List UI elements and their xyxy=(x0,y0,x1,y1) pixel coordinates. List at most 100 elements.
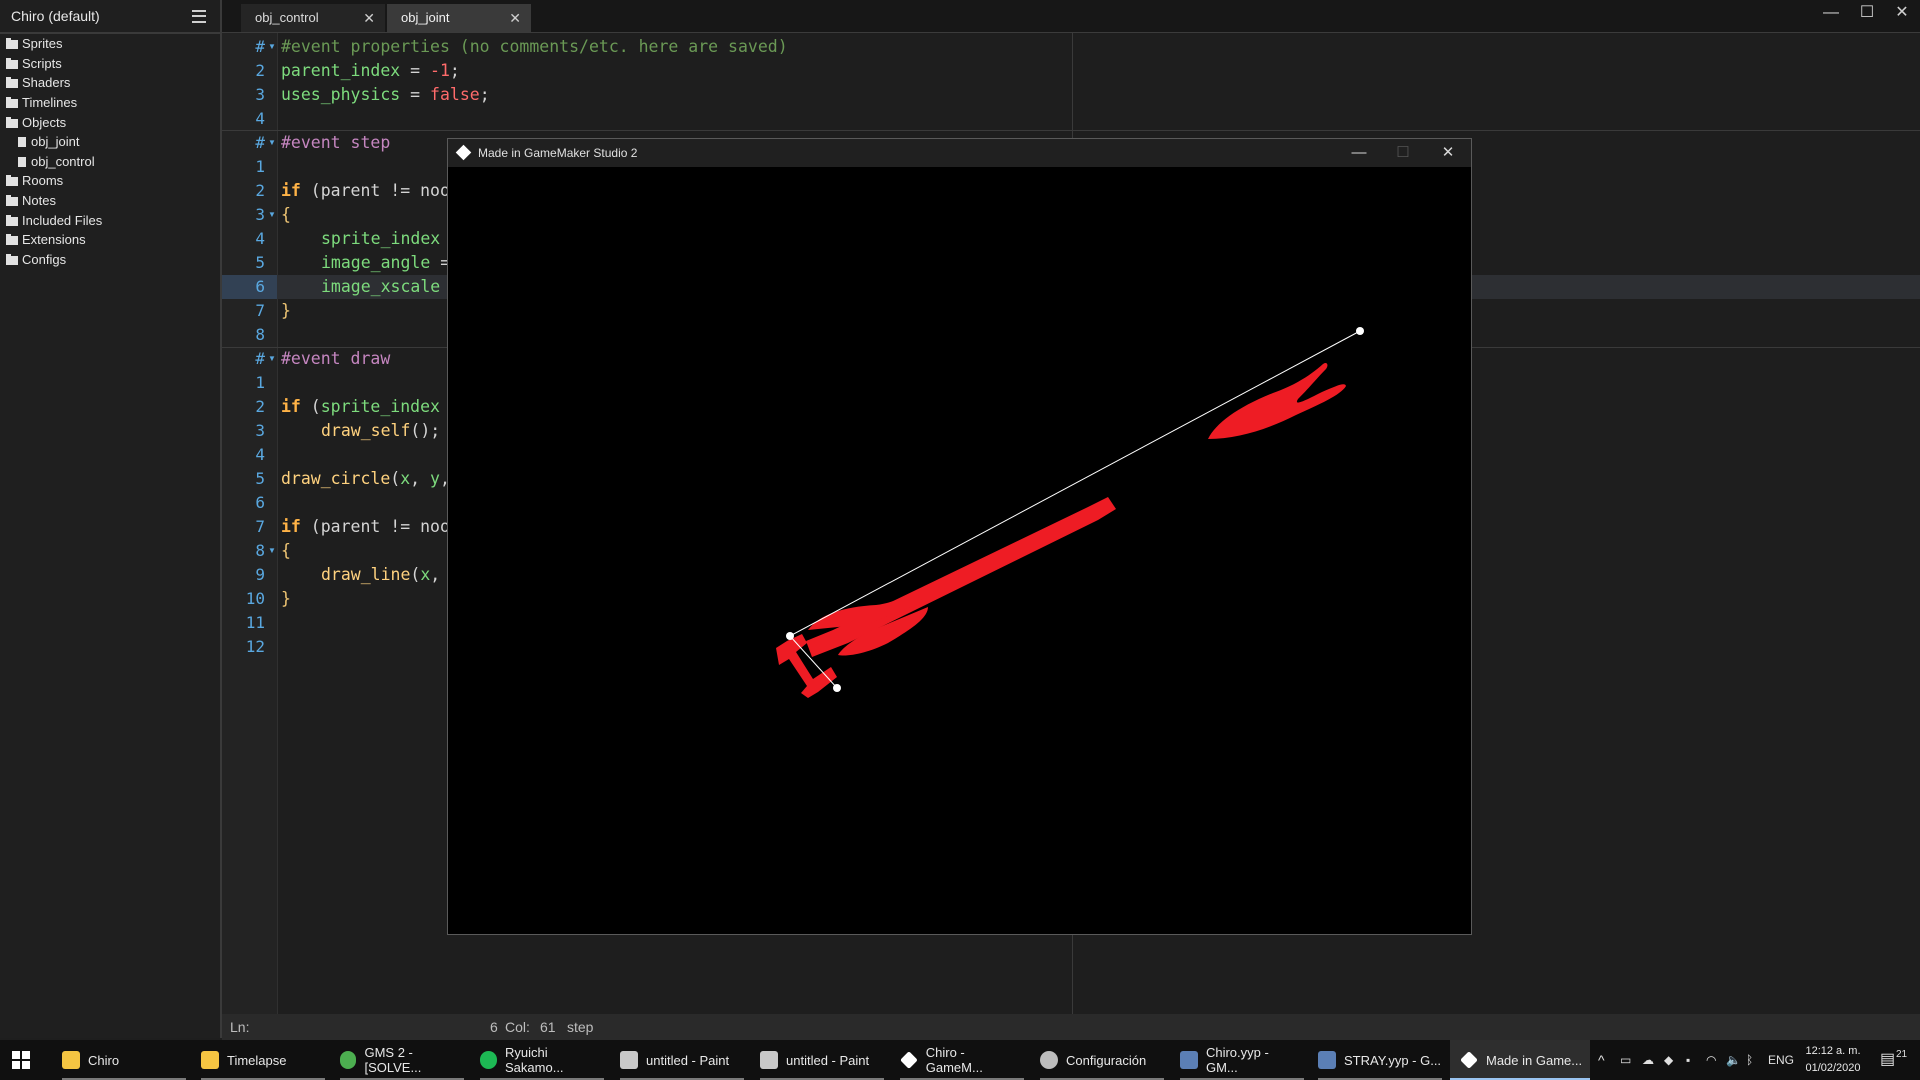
wifi-icon[interactable]: ◠ xyxy=(1706,1040,1716,1080)
line-number: 1 xyxy=(255,373,265,392)
battery-icon[interactable]: ▭ xyxy=(1620,1040,1631,1080)
line-number: # xyxy=(255,133,265,152)
taskbar-item-chiro-yyp[interactable]: Chiro.yyp - GM... xyxy=(1180,1040,1304,1080)
token: parent_index xyxy=(281,61,401,80)
folder-icon xyxy=(6,214,18,226)
taskbar-item-gamemaker[interactable]: Chiro - GameM... xyxy=(900,1040,1024,1080)
resource-tree-panel: Chiro (default) Sprites Scripts Shaders … xyxy=(0,0,222,1038)
taskbar-item-chrome[interactable]: GMS 2 - [SOLVE... xyxy=(340,1040,464,1080)
taskbar-item-paint-1[interactable]: untitled - Paint xyxy=(620,1040,744,1080)
tree-item-label: Objects xyxy=(22,115,67,130)
taskbar-item-spotify[interactable]: Ryuichi Sakamo... xyxy=(480,1040,604,1080)
tab-obj-joint[interactable]: obj_joint ✕ xyxy=(387,4,531,32)
taskbar-item-chiro[interactable]: Chiro xyxy=(62,1040,186,1080)
line-value: 6 xyxy=(490,1019,498,1035)
token: uses_physics xyxy=(281,85,401,104)
tree-file-obj-control[interactable]: obj_control xyxy=(18,152,95,171)
current-event: step xyxy=(567,1019,594,1035)
token: = xyxy=(400,85,431,104)
code-line: #event step xyxy=(281,131,390,155)
tree-item-label: Extensions xyxy=(22,232,86,247)
close-window-icon[interactable]: ✕ xyxy=(1884,0,1920,26)
hamburger-menu-icon[interactable] xyxy=(192,9,206,23)
line-number: 7 xyxy=(255,517,265,536)
token: false xyxy=(430,85,480,104)
token: } xyxy=(281,301,291,320)
folder-icon xyxy=(6,233,18,245)
bluetooth-icon[interactable]: ᛒ xyxy=(1746,1040,1753,1080)
column-label: Col: xyxy=(505,1019,530,1035)
taskbar-label: untitled - Paint xyxy=(786,1052,870,1068)
paint-icon xyxy=(760,1051,778,1069)
tab-obj-control[interactable]: obj_control ✕ xyxy=(241,4,385,32)
fold-toggle-icon[interactable]: ▼ xyxy=(268,131,276,155)
chevron-up-icon[interactable]: ^ xyxy=(1598,1040,1605,1080)
language-indicator[interactable]: ENG xyxy=(1768,1040,1794,1080)
tree-folder-extensions[interactable]: Extensions xyxy=(6,230,86,249)
cloud-icon[interactable]: ☁ xyxy=(1642,1040,1654,1080)
code-line: sprite_index xyxy=(321,227,440,251)
maximize-icon[interactable]: ☐ xyxy=(1849,0,1885,26)
fold-toggle-icon[interactable]: ▼ xyxy=(268,347,276,371)
taskbar-item-made-in-gamemaker[interactable]: Made in Game... xyxy=(1450,1040,1590,1080)
maximize-icon: ☐ xyxy=(1396,144,1410,161)
code-line: if (parent != noo xyxy=(281,179,450,203)
token: image_xscale xyxy=(321,277,441,296)
minimize-icon[interactable]: — xyxy=(1337,139,1381,167)
dropbox-icon[interactable]: ◆ xyxy=(1664,1040,1673,1080)
tree-folder-timelines[interactable]: Timelines xyxy=(6,93,77,112)
tree-file-obj-joint[interactable]: obj_joint xyxy=(18,132,79,151)
tree-item-label: Timelines xyxy=(22,95,78,110)
tree-folder-sprites[interactable]: Sprites xyxy=(6,34,62,53)
taskbar: Chiro Timelapse GMS 2 - [SOLVE... Ryuich… xyxy=(0,1040,1920,1080)
fold-toggle-icon[interactable]: ▼ xyxy=(268,203,276,227)
tree-folder-rooms[interactable]: Rooms xyxy=(6,171,63,190)
token: if xyxy=(281,517,301,536)
token: , xyxy=(410,469,431,488)
line-number: 1 xyxy=(255,157,265,176)
token: { xyxy=(281,541,291,560)
editor-tab-bar: obj_control ✕ obj_joint ✕ xyxy=(222,0,1920,33)
line-number: 6 xyxy=(255,277,265,296)
taskbar-item-stray-yyp[interactable]: STRAY.yyp - G... xyxy=(1318,1040,1442,1080)
taskbar-item-settings[interactable]: Configuración xyxy=(1040,1040,1164,1080)
tree-folder-objects[interactable]: Objects xyxy=(6,113,66,132)
close-icon[interactable]: ✕ xyxy=(1426,139,1470,167)
fold-toggle-icon[interactable]: ▼ xyxy=(268,35,276,59)
notification-icon[interactable]: ▤ xyxy=(1880,1040,1895,1080)
game-window-titlebar[interactable]: Made in GameMaker Studio 2 — ☐ ✕ xyxy=(448,139,1471,167)
token: -1 xyxy=(430,61,450,80)
line-number: 2 xyxy=(255,397,265,416)
tree-folder-notes[interactable]: Notes xyxy=(6,191,56,210)
line-number: # xyxy=(255,37,265,56)
line-number: 3 xyxy=(255,421,265,440)
joint-point xyxy=(1356,327,1364,335)
close-icon[interactable]: ✕ xyxy=(509,4,521,32)
folder-icon xyxy=(6,253,18,265)
code-line: } xyxy=(281,299,291,323)
tree-folder-scripts[interactable]: Scripts xyxy=(6,54,62,73)
project-title: Chiro (default) xyxy=(11,8,100,24)
joint-point xyxy=(833,684,841,692)
start-button[interactable] xyxy=(12,1040,36,1080)
folder-icon xyxy=(6,194,18,206)
game-canvas[interactable] xyxy=(448,167,1471,934)
tree-folder-configs[interactable]: Configs xyxy=(6,250,66,269)
clock-date: 01/02/2020 xyxy=(1805,1062,1861,1074)
fold-toggle-icon[interactable]: ▼ xyxy=(268,539,276,563)
close-icon[interactable]: ✕ xyxy=(363,4,375,32)
tree-folder-shaders[interactable]: Shaders xyxy=(6,73,70,92)
taskbar-item-timelapse[interactable]: Timelapse xyxy=(201,1040,325,1080)
game-window-title: Made in GameMaker Studio 2 xyxy=(478,146,638,160)
taskbar-item-paint-2[interactable]: untitled - Paint xyxy=(760,1040,884,1080)
volume-icon[interactable]: 🔈 xyxy=(1726,1040,1741,1080)
folder-sync-icon[interactable]: ▪ xyxy=(1686,1040,1690,1080)
clock[interactable]: 12:12 a. m. 01/02/2020 xyxy=(1802,1043,1864,1077)
tree-item-label: Scripts xyxy=(22,56,62,71)
tree-folder-included-files[interactable]: Included Files xyxy=(6,211,102,230)
folder-icon xyxy=(201,1051,219,1069)
game-window[interactable]: Made in GameMaker Studio 2 — ☐ ✕ xyxy=(447,138,1472,935)
token: draw_self xyxy=(321,421,411,440)
event-separator xyxy=(222,130,1920,131)
minimize-icon[interactable]: — xyxy=(1813,0,1849,26)
